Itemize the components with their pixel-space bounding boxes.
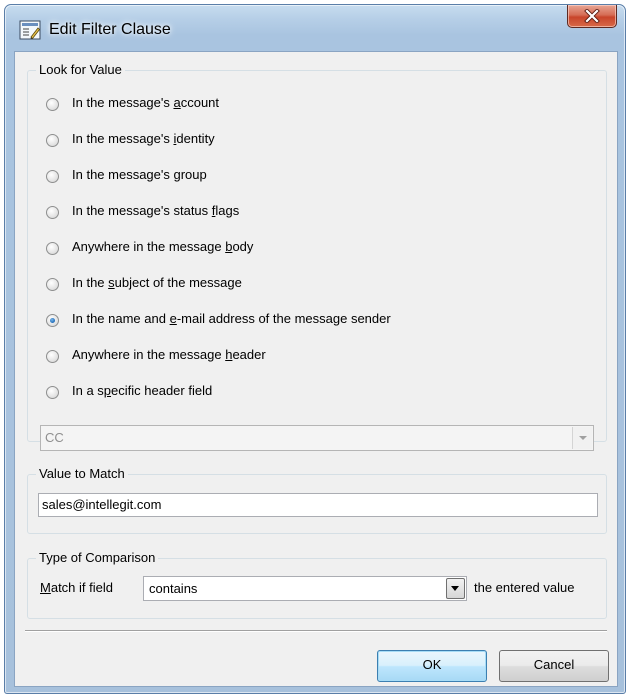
radio-button[interactable]: [46, 386, 59, 399]
entered-value-suffix: the entered value: [474, 580, 575, 595]
title-bar[interactable]: Edit Filter Clause: [5, 5, 625, 51]
radio-label: In the subject of the message: [72, 275, 242, 290]
radio-button[interactable]: [46, 314, 59, 327]
header-field-combo: CC: [40, 425, 594, 451]
radio-label: In a specific header field: [72, 383, 213, 398]
chevron-down-icon: [451, 586, 459, 591]
close-button[interactable]: [567, 5, 617, 28]
value-to-match-field[interactable]: [38, 493, 598, 517]
look-for-value-group: Look for Value In the message's account I…: [27, 62, 607, 451]
dialog-client: Look for Value In the message's account I…: [14, 51, 618, 687]
comparison-dropdown-button[interactable]: [446, 578, 465, 599]
close-icon: [584, 9, 600, 23]
button-separator: [25, 630, 607, 632]
look-for-value-label: Look for Value: [36, 62, 125, 77]
filter-edit-icon: [19, 20, 41, 40]
radio-label: Anywhere in the message body: [72, 239, 254, 254]
radio-button[interactable]: [46, 350, 59, 363]
radio-button[interactable]: [46, 134, 59, 147]
window-title: Edit Filter Clause: [49, 21, 171, 38]
header-field-value: CC: [45, 430, 64, 445]
header-field-dropdown-button: [572, 427, 592, 449]
radio-label: In the message's identity: [72, 131, 215, 146]
value-to-match-group: Value to Match: [27, 466, 607, 534]
radio-label: In the message's group: [72, 167, 207, 182]
value-to-match-label: Value to Match: [36, 466, 128, 481]
value-to-match-input[interactable]: [42, 497, 582, 512]
cancel-button[interactable]: Cancel: [499, 650, 609, 682]
radio-button[interactable]: [46, 242, 59, 255]
type-of-comparison-group: Type of Comparison Match if field contai…: [27, 550, 607, 619]
radio-button[interactable]: [46, 206, 59, 219]
radio-label: In the message's status flags: [72, 203, 240, 218]
type-of-comparison-label: Type of Comparison: [36, 550, 159, 565]
radio-button[interactable]: [46, 98, 59, 111]
ok-button[interactable]: OK: [377, 650, 487, 682]
comparison-type-select[interactable]: contains: [143, 576, 467, 601]
match-if-field-label: Match if field: [40, 580, 113, 595]
radio-button[interactable]: [46, 170, 59, 183]
radio-label: In the name and e-mail address of the me…: [72, 311, 391, 326]
dialog-window: Edit Filter Clause Look for Value In the…: [4, 4, 626, 694]
radio-label: Anywhere in the message header: [72, 347, 266, 362]
radio-label: In the message's account: [72, 95, 220, 110]
chevron-down-icon: [579, 436, 587, 440]
radio-button[interactable]: [46, 278, 59, 291]
comparison-type-value: contains: [149, 581, 198, 596]
